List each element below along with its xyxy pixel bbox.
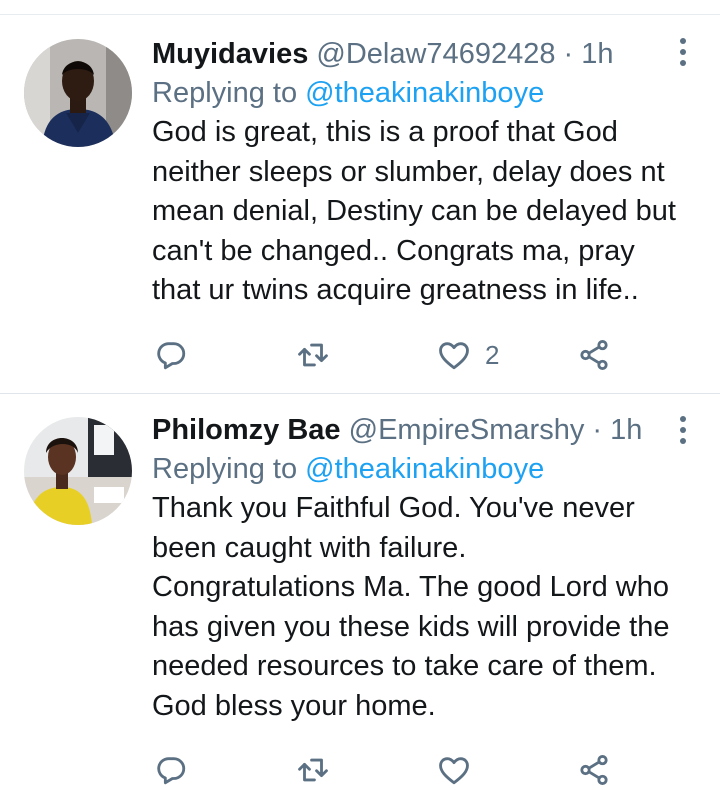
tweet-text-line: neither sleeps or slumber, delay does nt: [152, 155, 665, 188]
reply-button[interactable]: [154, 750, 188, 790]
user-handle[interactable]: @Delaw74692428: [316, 38, 555, 70]
more-vertical-icon[interactable]: [680, 416, 686, 446]
like-count: 2: [485, 339, 500, 370]
separator-dot: ·: [563, 38, 574, 70]
tweet-text: Thank you Faithful God. You've never bee…: [152, 489, 696, 726]
timestamp[interactable]: 1h: [581, 38, 613, 70]
tweet-body: Muyidavies @Delaw74692428 · 1h Replying …: [152, 37, 696, 311]
heart-icon: [439, 342, 469, 370]
share-button[interactable]: [577, 750, 611, 790]
tweet-item[interactable]: Muyidavies @Delaw74692428 · 1h Replying …: [0, 15, 720, 393]
more-vertical-icon[interactable]: [680, 38, 686, 68]
retweet-icon: [298, 758, 328, 782]
avatar[interactable]: [24, 417, 132, 525]
retweet-button[interactable]: [296, 335, 330, 375]
tweet-text-line: that ur twins acquire greatness in life.…: [152, 274, 639, 306]
reply-button[interactable]: [154, 335, 188, 375]
tweet-text-line: been caught with failure.: [152, 531, 467, 564]
timestamp[interactable]: 1h: [610, 414, 642, 446]
tweet-text-line: God is great, this is a proof that God: [152, 116, 618, 148]
retweet-icon: [298, 343, 328, 367]
user-handle[interactable]: @EmpireSmarshy: [349, 414, 585, 446]
display-name[interactable]: Muyidavies: [152, 38, 308, 70]
tweet-text-line: God bless your home.: [152, 689, 436, 722]
like-button[interactable]: 2: [437, 335, 499, 375]
tweet-text: God is great, this is a proof that God n…: [152, 113, 696, 311]
tweet-header: Philomzy Bae @EmpireSmarshy · 1h: [152, 413, 696, 447]
tweet-text-line: can't be changed.. Congrats ma, pray: [152, 234, 635, 267]
mention-link[interactable]: @theakinakinboye: [305, 453, 544, 485]
tweet-text-line: Congratulations Ma. The good Lord who: [152, 571, 669, 603]
tweet-body: Philomzy Bae @EmpireSmarshy · 1h Replyin…: [152, 413, 696, 726]
share-icon: [580, 339, 608, 371]
heart-icon: [439, 757, 469, 785]
share-button[interactable]: [577, 335, 611, 375]
reply-icon: [157, 757, 186, 785]
display-name[interactable]: Philomzy Bae: [152, 414, 341, 446]
tweet-text-line: needed resources to take care of them.: [152, 650, 657, 682]
tweet-header: Muyidavies @Delaw74692428 · 1h: [152, 37, 696, 71]
replying-to: Replying to @theakinakinboye: [152, 75, 696, 111]
replying-to-label: Replying to: [152, 453, 298, 485]
separator-dot: ·: [592, 414, 603, 446]
reply-icon: [157, 342, 186, 370]
tweet-text-line: has given you these kids will provide th…: [152, 610, 670, 643]
tweet-actions: [152, 750, 622, 790]
tweet-actions: 2: [152, 335, 622, 375]
tweet-item[interactable]: Philomzy Bae @EmpireSmarshy · 1h Replyin…: [0, 394, 720, 786]
avatar[interactable]: [24, 39, 132, 147]
retweet-button[interactable]: [296, 750, 330, 790]
share-icon: [580, 754, 608, 786]
like-button[interactable]: [437, 750, 485, 790]
replying-to-label: Replying to: [152, 77, 298, 109]
mention-link[interactable]: @theakinakinboye: [305, 77, 544, 109]
tweet-text-line: mean denial, Destiny can be delayed but: [152, 195, 676, 227]
replying-to: Replying to @theakinakinboye: [152, 451, 696, 487]
tweet-text-line: Thank you Faithful God. You've never: [152, 492, 635, 524]
